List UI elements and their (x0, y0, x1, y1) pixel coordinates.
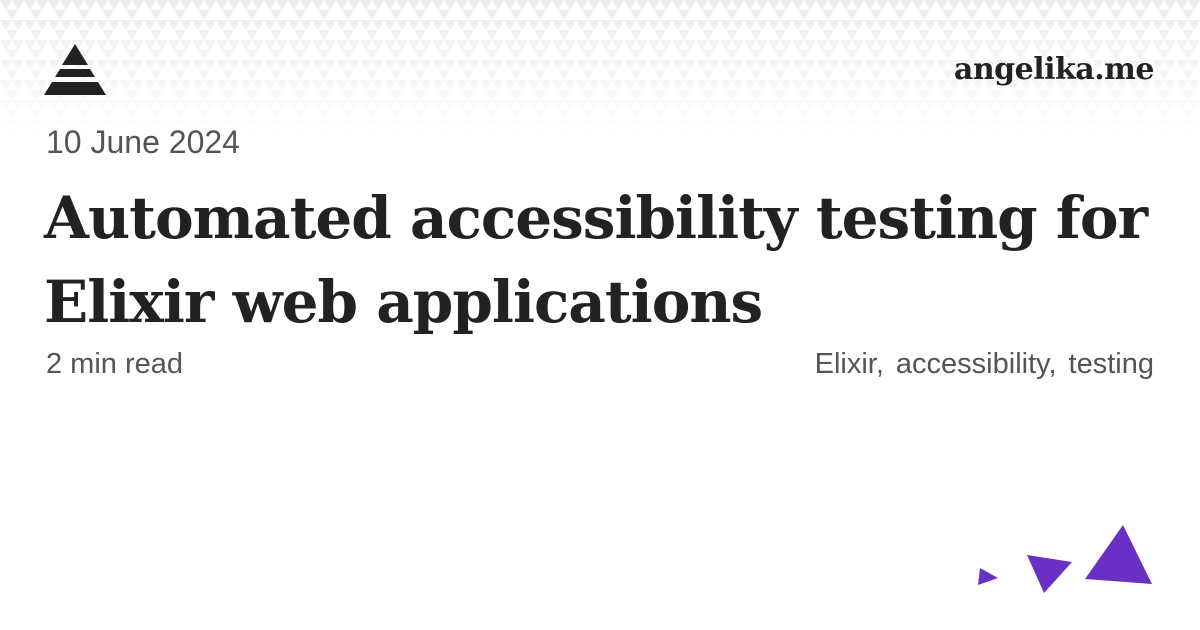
post-date: 10 June 2024 (46, 124, 240, 160)
tag-label: accessibility (895, 348, 1049, 380)
post-title: Automated accessibility testing for Elix… (44, 184, 1148, 336)
stacked-triangle-logo-icon[interactable] (44, 44, 106, 98)
site-name[interactable]: angelika.me (954, 52, 1155, 87)
read-time: 2 min read (46, 348, 184, 380)
tag-item[interactable]: Elixir, (815, 348, 896, 381)
tag-list: Elixir, accessibility, testing (815, 348, 1154, 381)
small-triangle-icon (978, 568, 998, 585)
decorative-triangles (978, 525, 1152, 593)
large-triangle-icon (1085, 525, 1152, 584)
tag-item[interactable]: accessibility, (896, 348, 1069, 381)
tag-label: testing (1068, 348, 1154, 380)
tag-item[interactable]: testing (1069, 348, 1154, 381)
tag-label: Elixir (814, 348, 876, 380)
medium-triangle-icon (1027, 555, 1072, 593)
